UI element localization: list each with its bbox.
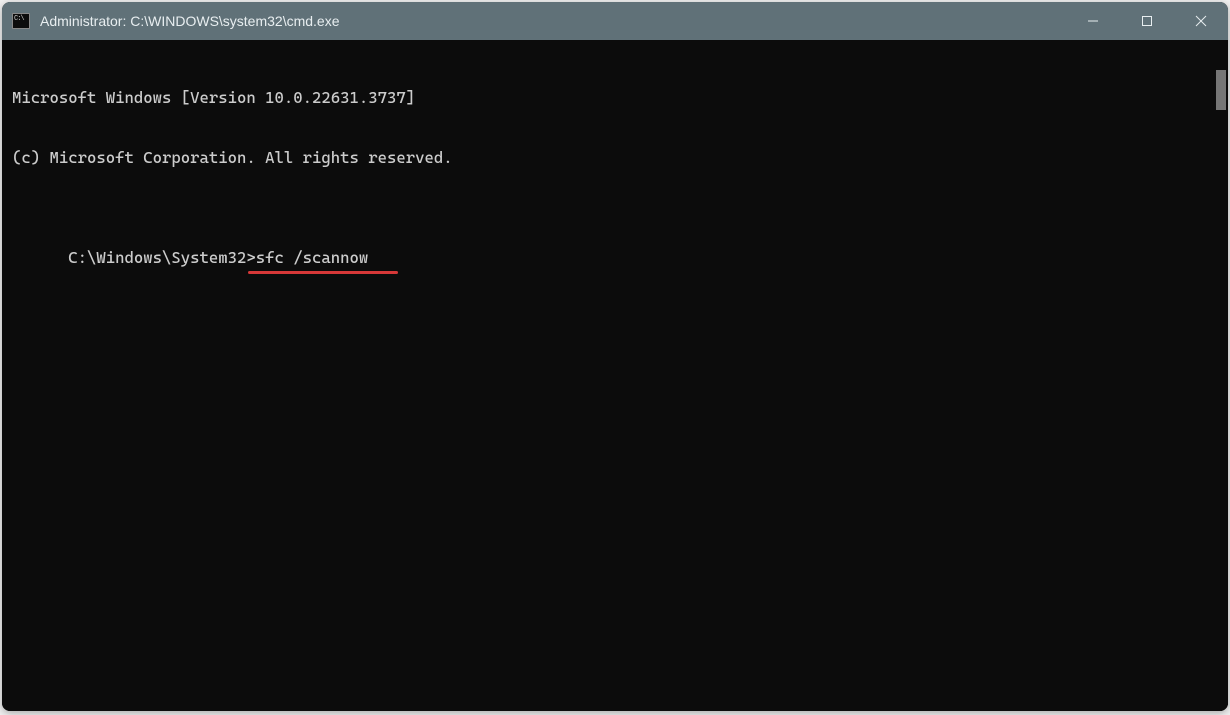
scrollbar-thumb[interactable] — [1216, 70, 1226, 110]
version-line: Microsoft Windows [Version 10.0.22631.37… — [12, 88, 1204, 108]
prompt: C:\Windows\System32> — [68, 248, 256, 267]
underline-annotation — [248, 271, 398, 274]
maximize-icon — [1141, 15, 1153, 27]
terminal-content[interactable]: Microsoft Windows [Version 10.0.22631.37… — [2, 40, 1214, 711]
blank-line — [12, 208, 1204, 228]
cmd-icon — [12, 13, 30, 29]
titlebar[interactable]: Administrator: C:\WINDOWS\system32\cmd.e… — [2, 2, 1228, 40]
scrollbar[interactable] — [1214, 40, 1228, 711]
minimize-icon — [1087, 15, 1099, 27]
window-controls — [1066, 2, 1228, 40]
close-icon — [1195, 15, 1207, 27]
terminal-body: Microsoft Windows [Version 10.0.22631.37… — [2, 40, 1228, 711]
window-title: Administrator: C:\WINDOWS\system32\cmd.e… — [40, 13, 1066, 29]
maximize-button[interactable] — [1120, 2, 1174, 40]
cmd-window: Administrator: C:\WINDOWS\system32\cmd.e… — [2, 2, 1228, 711]
minimize-button[interactable] — [1066, 2, 1120, 40]
copyright-line: (c) Microsoft Corporation. All rights re… — [12, 148, 1204, 168]
command-text: sfc /scannow — [256, 248, 369, 267]
command-line: C:\Windows\System32>sfc /scannow — [68, 248, 368, 268]
close-button[interactable] — [1174, 2, 1228, 40]
